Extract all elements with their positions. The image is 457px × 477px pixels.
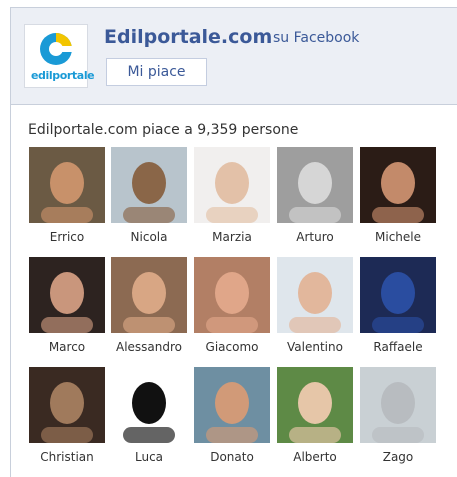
fan-marco[interactable]: Marco — [27, 257, 107, 354]
facebook-like-box: edilportale Edilportale.com su Facebook … — [10, 7, 457, 477]
fan-donato[interactable]: Donato — [192, 367, 272, 464]
fan-name[interactable]: Luca — [109, 450, 189, 464]
fan-avatar[interactable] — [360, 147, 436, 223]
fan-michele[interactable]: Michele — [358, 147, 438, 244]
fan-errico[interactable]: Errico — [27, 147, 107, 244]
fan-avatar[interactable] — [277, 147, 353, 223]
fan-name[interactable]: Alessandro — [109, 340, 189, 354]
fan-zago[interactable]: Zago — [358, 367, 438, 464]
fan-name[interactable]: Donato — [192, 450, 272, 464]
fan-nicola[interactable]: Nicola — [109, 147, 189, 244]
fan-avatar[interactable] — [29, 367, 105, 443]
page-logo[interactable]: edilportale — [24, 24, 95, 88]
fan-avatar[interactable] — [111, 367, 187, 443]
fan-name[interactable]: Valentino — [275, 340, 355, 354]
fan-name[interactable]: Marzia — [192, 230, 272, 244]
fan-avatar[interactable] — [360, 257, 436, 333]
fan-christian[interactable]: Christian — [27, 367, 107, 464]
fan-alessandro[interactable]: Alessandro — [109, 257, 189, 354]
fan-avatar[interactable] — [111, 257, 187, 333]
fan-giacomo[interactable]: Giacomo — [192, 257, 272, 354]
like-button[interactable]: Mi piace — [106, 58, 207, 86]
fan-name[interactable]: Raffaele — [358, 340, 438, 354]
page-header: edilportale Edilportale.com su Facebook … — [11, 8, 457, 105]
fan-name[interactable]: Arturo — [275, 230, 355, 244]
fan-raffaele[interactable]: Raffaele — [358, 257, 438, 354]
logo-text: edilportale — [31, 69, 95, 82]
fan-avatar[interactable] — [29, 147, 105, 223]
fan-marzia[interactable]: Marzia — [192, 147, 272, 244]
fan-avatar[interactable] — [360, 367, 436, 443]
fan-luca[interactable]: Luca — [109, 367, 189, 464]
fan-arturo[interactable]: Arturo — [275, 147, 355, 244]
fan-name[interactable]: Michele — [358, 230, 438, 244]
fan-avatar[interactable] — [29, 257, 105, 333]
fan-name[interactable]: Giacomo — [192, 340, 272, 354]
on-facebook-label: su Facebook — [273, 30, 360, 46]
fan-avatar[interactable] — [194, 257, 270, 333]
page-name-link[interactable]: Edilportale.com — [104, 26, 272, 48]
fan-name[interactable]: Alberto — [275, 450, 355, 464]
fan-name[interactable]: Errico — [27, 230, 107, 244]
fan-avatar[interactable] — [277, 367, 353, 443]
fan-valentino[interactable]: Valentino — [275, 257, 355, 354]
fan-count: Edilportale.com piace a 9,359 persone — [28, 122, 299, 138]
fan-name[interactable]: Marco — [27, 340, 107, 354]
fan-avatar[interactable] — [111, 147, 187, 223]
fan-avatar[interactable] — [277, 257, 353, 333]
fan-avatar[interactable] — [194, 367, 270, 443]
fan-name[interactable]: Christian — [27, 450, 107, 464]
fan-alberto[interactable]: Alberto — [275, 367, 355, 464]
fan-name[interactable]: Zago — [358, 450, 438, 464]
fan-avatar[interactable] — [194, 147, 270, 223]
fan-name[interactable]: Nicola — [109, 230, 189, 244]
